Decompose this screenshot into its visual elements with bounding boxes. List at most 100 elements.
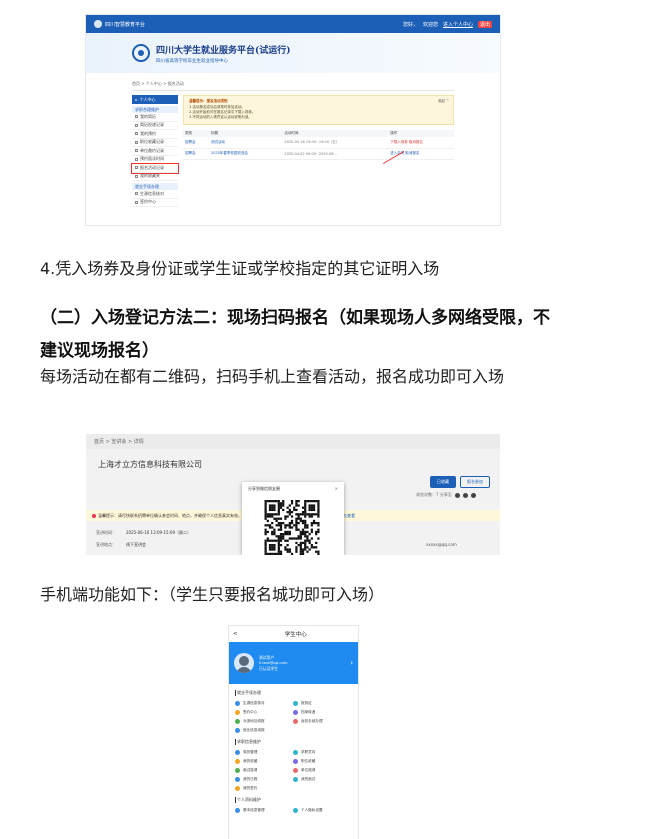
qr-module (295, 522, 298, 525)
qr-module (297, 528, 300, 531)
sidebar-item[interactable]: 预约面试时间 (132, 156, 178, 164)
avatar (234, 653, 254, 673)
menu-item[interactable]: 个人隐私设置 (293, 807, 351, 813)
menu-item-label: 生源信息核对 (243, 700, 265, 705)
qr-module (297, 513, 300, 516)
sidebar-item[interactable]: 我的简历 (132, 113, 178, 122)
qr-module (264, 524, 267, 527)
signup-button[interactable]: 报名参加 (460, 476, 490, 488)
download-ticket-link[interactable]: 下载入场券 取消报名 (388, 137, 454, 149)
qr-module (288, 526, 291, 529)
qr-module (277, 506, 280, 509)
sidebar-head[interactable]: ⌂ 个人中心 (132, 95, 178, 104)
qr-module (273, 539, 276, 542)
sidebar-item[interactable]: 我的收藏夹 (132, 173, 178, 181)
sidebar-item[interactable]: 职位收藏记录 (132, 139, 178, 147)
qr-module (315, 500, 318, 503)
qr-module (271, 533, 274, 536)
sidebar-item[interactable]: 生源信息核对 (132, 190, 178, 199)
wechat-icon[interactable] (454, 492, 460, 498)
qr-module (299, 550, 302, 553)
qr-module (264, 508, 267, 512)
cell-title[interactable]: 2025年春季校园双选会 (209, 148, 283, 160)
qr-module (271, 500, 274, 503)
collapse-toggle[interactable]: 收起 ^ (438, 99, 449, 104)
qr-module (271, 548, 274, 551)
profile-email: ll.test@qq.com (259, 660, 288, 666)
cell-title[interactable]: 测试活动 (209, 137, 283, 149)
profile-status: 已认证学生 (259, 665, 278, 671)
menu-item[interactable]: 求职意向 (293, 749, 351, 755)
menu-item[interactable]: 返校手续办理 (293, 718, 351, 724)
qr-module (264, 544, 267, 547)
personal-center-link[interactable]: 进入个人中心 (443, 21, 473, 28)
menu-item[interactable]: 签约中心 (235, 709, 293, 715)
qr-module (268, 552, 272, 555)
platform-name: 四川智慧教育平台 (105, 21, 146, 28)
logout-button[interactable]: 退出 (477, 20, 492, 28)
menu-item[interactable]: 单位邀请 (293, 767, 351, 773)
sidebar-item[interactable]: 简历投递记录 (132, 122, 178, 130)
breadcrumb: 首页 > 宣讲会 > 详情 (86, 434, 500, 449)
qr-module (304, 522, 307, 525)
qr-module (277, 517, 280, 520)
qr-module (288, 530, 291, 534)
menu-item[interactable]: 基本信息管理 (235, 807, 293, 813)
sidebar-item-activity-signup[interactable]: 报名活动记录 (131, 163, 179, 174)
table-row: 招聘会 测试活动 2025-05-16 13:00~15:00（五） 下载入场券… (183, 137, 454, 149)
qr-module (317, 522, 320, 525)
section-title: 求职信息维护 (235, 739, 358, 745)
doc-icon (135, 132, 138, 136)
menu-item[interactable]: 档案转递 (293, 709, 351, 715)
qr-module (290, 511, 294, 514)
qr-module (273, 500, 276, 503)
place-row: 宣讲地点： 线下宣讲会 (96, 542, 146, 548)
menu-dot-icon (235, 718, 240, 724)
profile-card[interactable]: 测试用户 ll.test@qq.com 已认证学生 › (229, 642, 358, 684)
menu-item[interactable]: 我的收藏 (235, 758, 293, 764)
favorite-button[interactable]: 已收藏 (430, 476, 456, 488)
table-row: 招聘会 2025年春季校园双选会 2025-04-02 09:00~2025-0… (183, 148, 454, 160)
menu-item[interactable]: 我的签约 (235, 785, 293, 791)
table-header-row: 类别 标题 活动时间 操作 (183, 130, 454, 137)
qr-module (312, 519, 316, 523)
menu-item[interactable]: 报到证 (293, 700, 351, 706)
menu-item[interactable]: 面试邀请 (235, 767, 293, 773)
sidebar-item[interactable]: 单位邀约记录 (132, 147, 178, 156)
qr-module (286, 539, 289, 542)
qr-module (271, 504, 274, 507)
weibo-icon[interactable] (462, 492, 468, 498)
qr-module (277, 508, 280, 512)
menu-item[interactable]: 我的日程 (235, 776, 293, 782)
menu-item[interactable]: 简历管理 (235, 749, 293, 755)
qr-module (317, 515, 320, 518)
menu-dot-icon (235, 727, 240, 733)
menu-item[interactable]: 派遣地址填报 (235, 718, 293, 724)
qr-module (282, 537, 285, 540)
close-icon[interactable]: × (335, 486, 338, 492)
qr-module (301, 506, 305, 509)
menu-item[interactable]: 就业信息填报 (235, 727, 293, 733)
qr-module (275, 500, 278, 503)
qr-module (271, 526, 274, 529)
qr-module (273, 508, 276, 512)
qr-module (279, 502, 283, 505)
qr-module (264, 539, 267, 542)
qq-icon[interactable] (470, 492, 476, 498)
menu-item[interactable]: 我的面试 (293, 776, 351, 782)
menu-item[interactable]: 职位收藏 (293, 758, 351, 764)
section-2-grid: 简历管理 求职意向 我的收藏 职位收藏 面试邀请 单位邀请 我的日程 我的面试 我的签约 (235, 749, 358, 791)
sidebar-item[interactable]: 签约中心 (132, 199, 178, 207)
qr-module (277, 524, 280, 527)
portal-screenshot: 四川智慧教育平台 您好， 欢迎您 进入个人中心 退出 四川大学生就业服务平台(试… (86, 15, 500, 225)
qr-module (290, 502, 294, 505)
sidebar-item[interactable]: 我的预约 (132, 130, 178, 139)
qr-module (264, 515, 267, 518)
menu-item[interactable]: 生源信息核对 (235, 700, 293, 706)
qr-module (304, 513, 307, 516)
menu-dot-icon (235, 749, 240, 755)
qr-module (310, 522, 313, 525)
time-label: 宣讲时间： (96, 530, 116, 535)
qr-module (295, 519, 298, 523)
qr-module (271, 522, 274, 525)
